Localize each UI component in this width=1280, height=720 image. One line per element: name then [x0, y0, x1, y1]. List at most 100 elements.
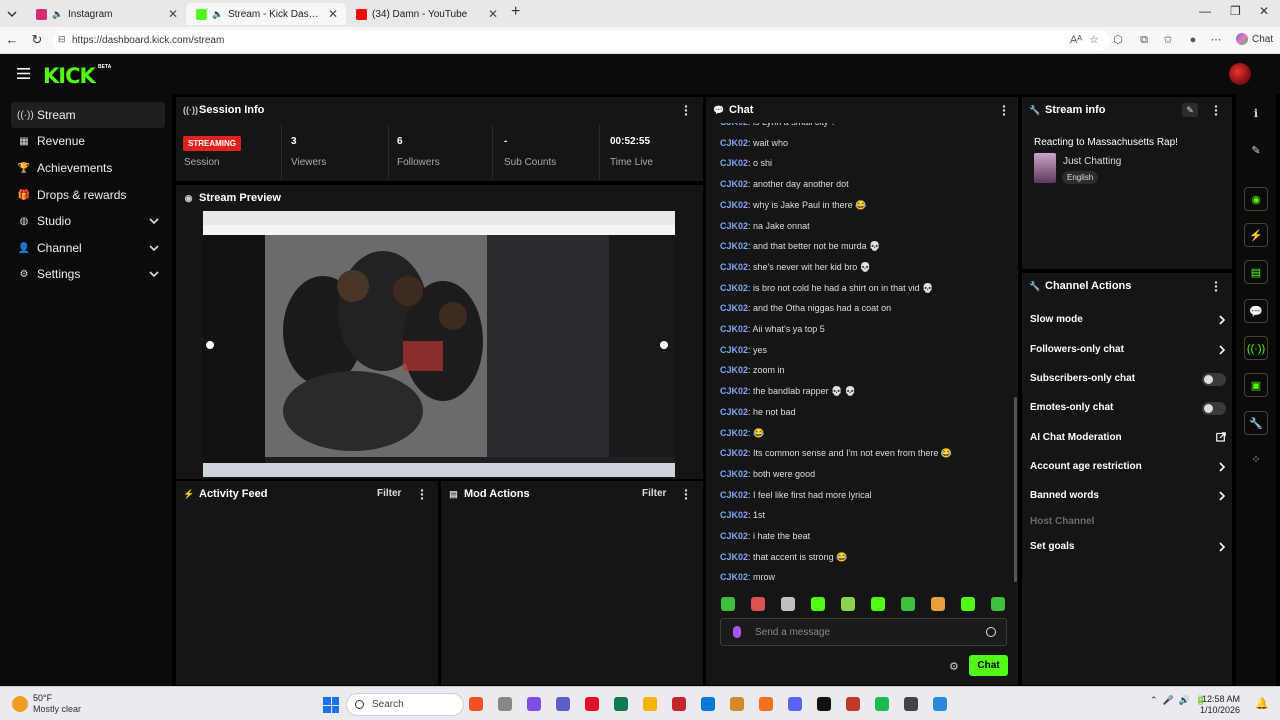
chat-menu-icon[interactable] — [1002, 105, 1006, 116]
emote-icon[interactable] — [721, 597, 735, 611]
chat-message[interactable]: CJK02: Its common sense and I'm not even… — [720, 448, 952, 459]
chat-message[interactable]: CJK02: mrow — [720, 572, 775, 582]
toggle-switch[interactable] — [1202, 402, 1226, 415]
chat-username[interactable]: CJK02 — [720, 531, 748, 541]
browser-tab[interactable]: 🔈 Stream - Kick Dashboard ✕ — [186, 3, 346, 25]
chat-message[interactable]: CJK02: she's never wit her kid bro 💀 — [720, 262, 871, 273]
emote-icon[interactable] — [961, 597, 975, 611]
chat-message[interactable]: CJK02: and the Otha niggas had a coat on — [720, 303, 891, 313]
site-info-icon[interactable]: ⊟ — [58, 34, 66, 45]
minimize-button[interactable]: — — [1199, 4, 1211, 18]
chat-username[interactable]: CJK02 — [720, 158, 748, 168]
emote-icon[interactable] — [811, 597, 825, 611]
url-field[interactable]: ⊟ https://dashboard.kick.com/stream — [52, 30, 1110, 51]
taskbar-app-icon[interactable] — [585, 697, 599, 711]
chat-scrollbar[interactable] — [1014, 397, 1017, 582]
chat-username[interactable]: CJK02 — [720, 365, 748, 375]
chat-username[interactable]: CJK02 — [720, 572, 748, 582]
sidebar-item-studio[interactable]: ◍ Studio — [11, 208, 165, 234]
wrench-icon[interactable]: 🔧 — [1244, 411, 1268, 435]
action-slow-mode[interactable]: Slow mode — [1030, 311, 1226, 329]
channel-actions-menu-icon[interactable] — [1214, 281, 1218, 292]
taskbar-app-icon[interactable] — [904, 697, 918, 711]
chat-username[interactable]: CJK02 — [720, 386, 748, 396]
weather-widget[interactable]: 50°F Mostly clear — [12, 693, 81, 715]
taskbar-app-icon[interactable] — [846, 697, 860, 711]
taskbar-app-icon[interactable] — [701, 697, 715, 711]
chat-message[interactable]: CJK02: why is Jake Paul in there 😂 — [720, 200, 866, 211]
close-tab-icon[interactable]: ✕ — [328, 7, 338, 21]
toggle-switch[interactable] — [1202, 373, 1226, 386]
kick-logo[interactable]: KICK — [43, 64, 96, 88]
layout-icon[interactable]: ▣ — [1244, 373, 1268, 397]
close-tab-icon[interactable]: ✕ — [488, 7, 498, 21]
chat-username[interactable]: CJK02 — [720, 490, 748, 500]
chat-username[interactable]: CJK02 — [720, 138, 748, 148]
action-subscribers-only-chat[interactable]: Subscribers-only chat — [1030, 370, 1226, 388]
chat-message[interactable]: CJK02: wait who — [720, 138, 788, 148]
action-account-age-restriction[interactable]: Account age restriction — [1030, 458, 1226, 476]
taskbar-app-icon[interactable] — [527, 697, 541, 711]
emote-icon[interactable] — [871, 597, 885, 611]
emoji-picker-icon[interactable] — [986, 627, 996, 637]
chat-username[interactable]: CJK02 — [720, 428, 748, 438]
chat-message[interactable]: CJK02: both were good — [720, 469, 815, 479]
sidebar-item-settings[interactable]: ⚙ Settings — [11, 261, 165, 287]
notifications-icon[interactable]: 🔔 — [1255, 697, 1269, 710]
chat-username[interactable]: CJK02 — [720, 241, 748, 251]
chat-username[interactable]: CJK02 — [720, 283, 748, 293]
chat-message[interactable]: CJK02: yes — [720, 345, 767, 355]
bolt-icon[interactable]: ⚡ — [1244, 223, 1268, 247]
chat-username[interactable]: CJK02 — [720, 552, 748, 562]
chat-username[interactable]: CJK02 — [720, 221, 748, 231]
profile-icon[interactable]: ● — [1186, 33, 1200, 47]
sidebar-item-achievements[interactable]: 🏆 Achievements — [11, 155, 165, 181]
info-icon[interactable]: ℹ — [1244, 102, 1268, 126]
mod-filter-button[interactable]: Filter — [642, 488, 666, 499]
emote-icon[interactable] — [751, 597, 765, 611]
mod-actions-menu-icon[interactable] — [684, 489, 688, 500]
chat-username[interactable]: CJK02 — [720, 303, 748, 313]
speaker-icon[interactable]: 🔈 — [52, 9, 63, 20]
taskbar-app-icon[interactable] — [614, 697, 628, 711]
document-icon[interactable]: ▤ — [1244, 260, 1268, 284]
activity-filter-button[interactable]: Filter — [377, 488, 401, 499]
emote-icon[interactable] — [841, 597, 855, 611]
action-followers-only-chat[interactable]: Followers-only chat — [1030, 341, 1226, 359]
chat-settings-gear-icon[interactable]: ⚙ — [949, 660, 959, 673]
browser-tab[interactable]: 🔈 Instagram ✕ — [26, 3, 186, 25]
back-button[interactable]: ← — [4, 32, 20, 48]
taskbar-clock[interactable]: 12:58 AM 1/10/2026 — [1200, 694, 1240, 716]
action-emotes-only-chat[interactable]: Emotes-only chat — [1030, 399, 1226, 417]
camera-icon[interactable]: ◉ — [1244, 187, 1268, 211]
close-window-button[interactable]: ✕ — [1259, 4, 1269, 18]
windows-start-icon[interactable] — [323, 697, 339, 713]
stream-category[interactable]: Just Chatting — [1063, 156, 1121, 167]
taskbar-app-icon[interactable] — [643, 697, 657, 711]
taskbar-app-icon[interactable] — [556, 697, 570, 711]
chat-message[interactable]: CJK02: is bro not cold he had a shirt on… — [720, 283, 933, 294]
user-avatar[interactable] — [1229, 63, 1251, 85]
speaker-icon[interactable]: 🔈 — [212, 9, 223, 20]
more-menu-icon[interactable]: ⋯ — [1209, 33, 1223, 47]
hamburger-menu-icon[interactable] — [17, 68, 30, 79]
chat-message[interactable]: CJK02: zoom in — [720, 365, 785, 375]
send-chat-button[interactable]: Chat — [969, 655, 1008, 676]
taskbar-search[interactable]: Search — [346, 693, 464, 716]
emote-icon[interactable] — [901, 597, 915, 611]
action-set-goals[interactable]: Set goals — [1030, 538, 1226, 556]
reload-button[interactable]: ↻ — [29, 32, 45, 48]
chat-username[interactable]: CJK02 — [720, 407, 748, 417]
emote-icon[interactable] — [991, 597, 1005, 611]
taskbar-app-icon[interactable] — [788, 697, 802, 711]
chat-username[interactable]: CJK02 — [720, 510, 748, 520]
taskbar-app-icon[interactable] — [672, 697, 686, 711]
taskbar-app-icon[interactable] — [817, 697, 831, 711]
edit-icon[interactable]: ✎ — [1244, 139, 1268, 163]
microphone-icon[interactable] — [733, 626, 741, 638]
copilot-chat-button[interactable]: Chat — [1236, 33, 1273, 45]
chat-username[interactable]: CJK02 — [720, 448, 748, 458]
favorite-star-icon[interactable]: ☆ — [1087, 33, 1101, 47]
read-aloud-icon[interactable]: Aᴬ — [1069, 33, 1083, 47]
system-tray[interactable]: ⌃ 🎤 🔊 🔋 — [1150, 695, 1206, 706]
